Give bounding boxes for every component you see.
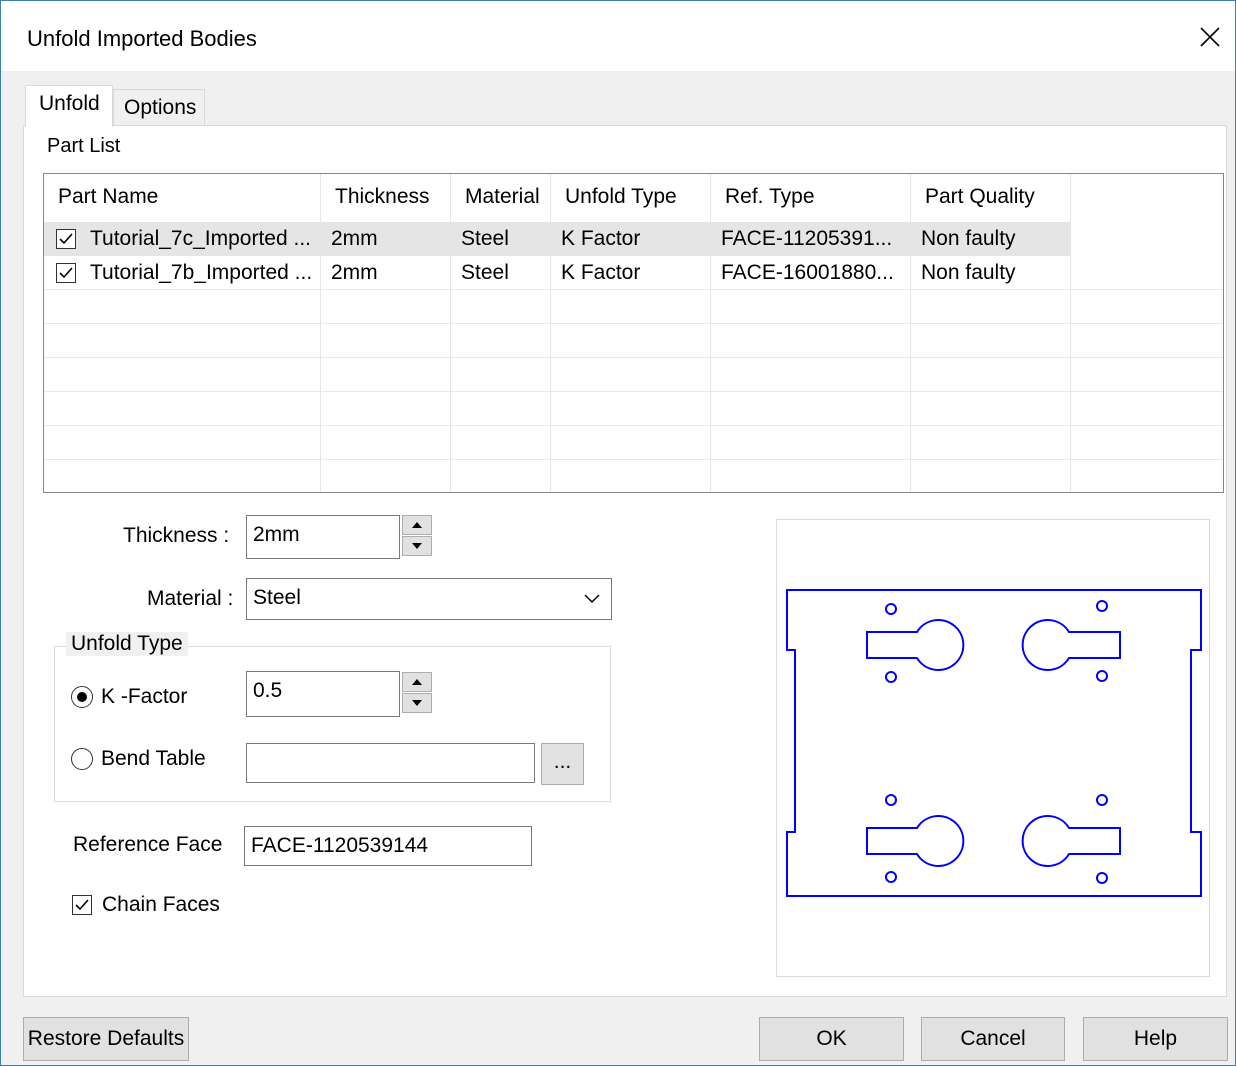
thickness-label: Thickness : xyxy=(123,524,230,547)
cell-part-name: Tutorial_7c_Imported ... xyxy=(44,222,321,256)
thickness-input[interactable]: 2mm xyxy=(246,515,400,559)
column-header-material[interactable]: Material xyxy=(451,174,551,222)
radio-selected-dot xyxy=(77,692,87,702)
help-button[interactable]: Help xyxy=(1083,1017,1228,1061)
grid-vline xyxy=(320,290,321,492)
grid-vline xyxy=(710,290,711,492)
checkmark-icon xyxy=(59,233,73,245)
row-checkbox[interactable] xyxy=(56,229,76,249)
cell-part-quality: Non faulty xyxy=(911,222,1071,256)
cell-material: Steel xyxy=(451,256,551,290)
arrow-down-icon xyxy=(412,543,422,549)
cell-unfold-type: K Factor xyxy=(551,256,711,290)
cell-part-name: Tutorial_7b_Imported ... xyxy=(44,256,321,290)
kfactor-up-button[interactable] xyxy=(402,672,432,692)
kfactor-radio[interactable] xyxy=(71,686,93,708)
checkmark-icon xyxy=(59,267,73,279)
table-row[interactable]: Tutorial_7c_Imported ... 2mm Steel K Fac… xyxy=(44,222,1223,256)
grid-line xyxy=(44,391,1223,392)
tab-unfold-label: Unfold xyxy=(39,92,100,115)
thickness-stepper[interactable] xyxy=(402,515,432,557)
window-title: Unfold Imported Bodies xyxy=(27,26,257,51)
kfactor-input[interactable]: 0.5 xyxy=(246,671,400,717)
kfactor-label[interactable]: K -Factor xyxy=(101,685,187,709)
grid-line xyxy=(44,323,1223,324)
cell-thickness: 2mm xyxy=(321,256,451,290)
cancel-button[interactable]: Cancel xyxy=(921,1017,1065,1061)
cell-ref-type: FACE-11205391... xyxy=(711,222,911,256)
bend-table-label[interactable]: Bend Table xyxy=(101,747,206,771)
material-label: Material : xyxy=(147,587,234,610)
grid-line xyxy=(44,289,1223,290)
column-header-thickness[interactable]: Thickness xyxy=(321,174,451,222)
bend-table-browse-button[interactable]: ... xyxy=(541,743,584,785)
grid-vline xyxy=(1070,290,1071,492)
material-selected-value: Steel xyxy=(253,586,301,609)
kfactor-stepper[interactable] xyxy=(402,672,432,714)
cell-ref-type: FACE-16001880... xyxy=(711,256,911,290)
close-button[interactable] xyxy=(1185,11,1235,63)
unfold-preview xyxy=(776,519,1210,977)
part-name-text: Tutorial_7b_Imported ... xyxy=(90,261,313,284)
tab-options-label: Options xyxy=(124,96,197,119)
reference-face-label: Reference Face xyxy=(73,833,223,856)
column-header-part-name[interactable]: Part Name xyxy=(44,174,321,222)
reference-face-input[interactable]: FACE-1120539144 xyxy=(244,826,532,866)
grid-line xyxy=(44,459,1223,460)
part-list-grid[interactable]: Part Name Thickness Material Unfold Type… xyxy=(43,173,1224,493)
checkmark-icon xyxy=(75,899,89,911)
cell-material: Steel xyxy=(451,222,551,256)
thickness-down-button[interactable] xyxy=(402,536,432,556)
tab-unfold[interactable]: Unfold xyxy=(25,85,113,127)
grid-vline xyxy=(910,290,911,492)
flat-pattern-drawing xyxy=(786,589,1202,897)
arrow-up-icon xyxy=(412,679,422,685)
ok-button[interactable]: OK xyxy=(759,1017,904,1061)
bend-table-radio[interactable] xyxy=(71,748,93,770)
part-list-label: Part List xyxy=(47,135,121,157)
chain-faces-label[interactable]: Chain Faces xyxy=(102,893,220,917)
grid-header: Part Name Thickness Material Unfold Type… xyxy=(44,174,1223,222)
grid-vline xyxy=(450,290,451,492)
part-name-text: Tutorial_7c_Imported ... xyxy=(90,227,311,250)
thickness-up-button[interactable] xyxy=(402,515,432,535)
dialog-window: Unfold Imported Bodies Options Unfold Pa… xyxy=(0,0,1236,1066)
unfold-type-group-title: Unfold Type xyxy=(66,632,188,656)
grid-line xyxy=(44,357,1223,358)
title-bar: Unfold Imported Bodies xyxy=(1,1,1235,71)
grid-line xyxy=(44,425,1223,426)
material-select[interactable]: Steel xyxy=(246,578,612,620)
cell-unfold-type: K Factor xyxy=(551,222,711,256)
row-checkbox[interactable] xyxy=(56,263,76,283)
column-header-ref-type[interactable]: Ref. Type xyxy=(711,174,911,222)
kfactor-down-button[interactable] xyxy=(402,693,432,713)
cell-part-quality: Non faulty xyxy=(911,256,1071,290)
table-row[interactable]: Tutorial_7b_Imported ... 2mm Steel K Fac… xyxy=(44,256,1223,290)
arrow-up-icon xyxy=(412,522,422,528)
chain-faces-checkbox[interactable] xyxy=(72,895,92,915)
column-header-unfold-type[interactable]: Unfold Type xyxy=(551,174,711,222)
column-header-part-quality[interactable]: Part Quality xyxy=(911,174,1071,222)
arrow-down-icon xyxy=(412,700,422,706)
cell-thickness: 2mm xyxy=(321,222,451,256)
chevron-down-icon xyxy=(584,594,600,604)
close-icon xyxy=(1200,27,1220,47)
restore-defaults-button[interactable]: Restore Defaults xyxy=(23,1017,189,1061)
bend-table-input[interactable] xyxy=(246,743,535,783)
grid-vline xyxy=(550,290,551,492)
tab-options[interactable]: Options xyxy=(113,89,205,125)
